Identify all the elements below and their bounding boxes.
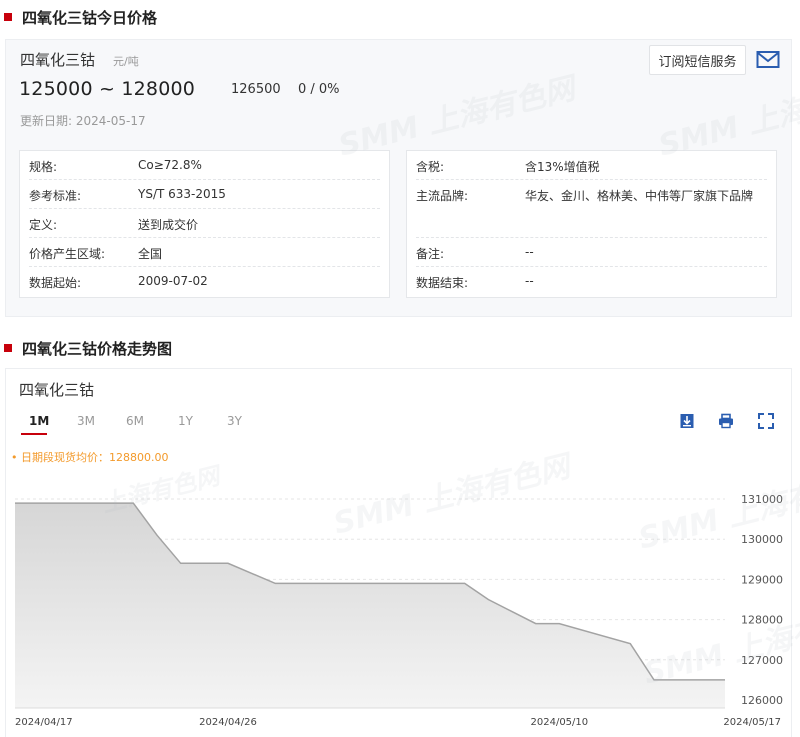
spec-row: 数据起始: 2009-07-02: [20, 267, 389, 296]
spec-table-left: 规格: Co≥72.8% 参考标准: YS/T 633-2015 定义: 送到成…: [19, 150, 390, 298]
x-tick-label: 2024/05/17: [723, 717, 781, 728]
spec-row: 主流品牌: 华友、金川、格林美、中伟等厂家旗下品牌: [407, 180, 776, 238]
update-date: 更新日期: 2024-05-17: [20, 114, 146, 128]
section-marker: [4, 13, 12, 21]
spec-row: 含税: 含13%增值税: [407, 151, 776, 180]
price-range: 125000 ~ 128000: [19, 78, 196, 100]
spec-value: 2009-07-02: [138, 274, 208, 288]
spec-value: --: [525, 274, 534, 288]
spec-value: Co≥72.8%: [138, 158, 202, 172]
spec-row: 规格: Co≥72.8%: [20, 151, 389, 180]
spec-label: 含税:: [416, 160, 445, 174]
y-tick-label: 130000: [741, 533, 783, 546]
price-change: 0 / 0%: [298, 82, 340, 97]
spec-row: 价格产生区域: 全国: [20, 238, 389, 267]
spec-value: 全国: [138, 247, 163, 261]
spec-row: 数据结束: --: [407, 267, 776, 296]
spec-label: 数据起始:: [29, 276, 82, 290]
section-marker: [4, 344, 12, 352]
price-area: [15, 503, 725, 708]
spec-label: 定义:: [29, 218, 58, 232]
spec-value: 含13%增值税: [525, 160, 600, 174]
spec-value: --: [525, 245, 534, 259]
price-unit: 元/吨: [113, 55, 139, 68]
y-tick-label: 129000: [741, 573, 783, 586]
mail-icon[interactable]: [756, 50, 780, 74]
spec-row: 备注: --: [407, 238, 776, 267]
y-tick-label: 131000: [741, 493, 783, 506]
y-tick-label: 127000: [741, 654, 783, 667]
y-tick-label: 126000: [741, 694, 783, 707]
section-header-price-trend: 四氧化三钴价格走势图: [4, 337, 172, 359]
subscribe-sms-button[interactable]: 订阅短信服务: [649, 45, 746, 75]
spec-label: 价格产生区域:: [29, 247, 106, 261]
spec-label: 主流品牌:: [416, 189, 469, 203]
spec-value: 送到成交价: [138, 218, 199, 232]
average-price: 126500: [231, 82, 281, 97]
section-title: 四氧化三钴今日价格: [22, 8, 158, 27]
spec-table-right: 含税: 含13%增值税 主流品牌: 华友、金川、格林美、中伟等厂家旗下品牌 备注…: [406, 150, 777, 298]
price-card: 四氧化三钴 元/吨 125000 ~ 128000 126500 0 / 0% …: [5, 39, 792, 317]
spec-value: 华友、金川、格林美、中伟等厂家旗下品牌: [525, 189, 754, 203]
spec-value: YS/T 633-2015: [138, 187, 226, 201]
spec-row: 参考标准: YS/T 633-2015: [20, 180, 389, 209]
price-trend-chart: 126000 127000 128000 129000 130000 131000 2024…: [15, 493, 783, 728]
x-tick-label: 2024/04/26: [199, 717, 257, 728]
x-tick-label: 2024/04/17: [15, 717, 73, 728]
x-tick-label: 2024/05/10: [531, 717, 589, 728]
section-header-today-price: 四氧化三钴今日价格: [4, 6, 157, 28]
spec-label: 参考标准:: [29, 189, 82, 203]
spec-label: 数据结束:: [416, 276, 469, 290]
y-tick-label: 128000: [741, 614, 783, 627]
section-title: 四氧化三钴价格走势图: [22, 339, 173, 358]
spec-label: 规格:: [29, 160, 58, 174]
spec-label: 备注:: [416, 247, 445, 261]
spec-row: 定义: 送到成交价: [20, 209, 389, 238]
product-name: 四氧化三钴: [20, 51, 96, 69]
